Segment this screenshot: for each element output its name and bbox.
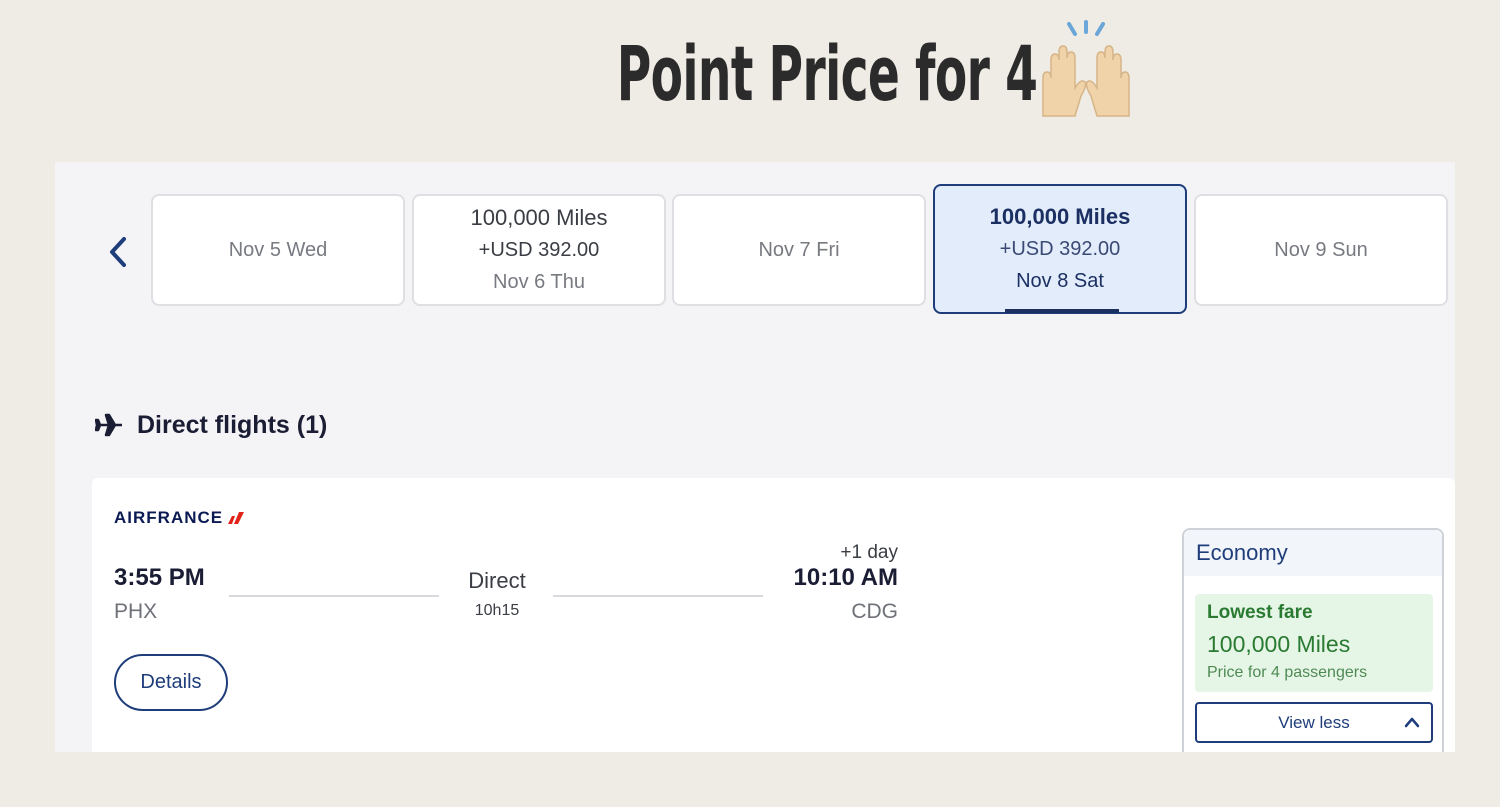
fare-miles: 100,000 Miles xyxy=(1207,631,1351,657)
arrival-day-offset: +1 day xyxy=(840,542,898,563)
flight-result-card: AIRFRANCE 3:55 PM PHX Direct 10h15 +1 da… xyxy=(92,478,1455,752)
date-card-day: Nov 5 Wed xyxy=(228,239,328,261)
airline-logo: AIRFRANCE xyxy=(114,508,245,528)
date-card-day: Nov 9 Sun xyxy=(1274,239,1368,261)
fare-cabin-label: Economy xyxy=(1184,530,1442,576)
date-card-miles: 100,000 Miles xyxy=(470,205,608,230)
details-button[interactable]: Details xyxy=(114,654,228,711)
airfrance-stripe-icon xyxy=(228,512,245,524)
previous-dates-button[interactable] xyxy=(105,234,131,270)
flight-duration: 10h15 xyxy=(474,602,520,619)
lowest-fare-option[interactable]: Lowest fare 100,000 Miles Price for 4 pa… xyxy=(1195,594,1433,692)
chevron-up-icon xyxy=(1404,717,1420,728)
fare-panel-economy: Economy Lowest fare 100,000 Miles Price … xyxy=(1182,528,1444,752)
chevron-left-icon xyxy=(110,237,126,267)
arrival-airport: CDG xyxy=(851,600,898,623)
departure-time: 3:55 PM xyxy=(114,564,205,591)
date-card-nov-7[interactable]: Nov 7 Fri xyxy=(672,194,926,306)
raising-hands-emoji xyxy=(1031,18,1141,128)
date-card-usd: +USD 392.00 xyxy=(999,238,1121,260)
date-card-nov-8-selected[interactable]: 100,000 Miles +USD 392.00 Nov 8 Sat xyxy=(933,184,1187,314)
date-card-nov-5[interactable]: Nov 5 Wed xyxy=(151,194,405,306)
arrival-time: 10:10 AM xyxy=(793,564,898,591)
headline-text: Point Price for 4 xyxy=(616,28,1038,118)
flight-search-screenshot: Nov 5 Wed 100,000 Miles +USD 392.00 Nov … xyxy=(55,162,1455,752)
headline: Point Price for 4 xyxy=(0,18,1500,128)
date-card-day: Nov 7 Fri xyxy=(758,239,840,261)
departure-airport: PHX xyxy=(114,600,158,623)
route-line-right xyxy=(553,595,763,597)
airline-name: AIRFRANCE xyxy=(114,508,224,527)
route-line-left xyxy=(229,595,439,597)
date-card-usd: +USD 392.00 xyxy=(478,239,600,261)
section-title-text: Direct flights (1) xyxy=(137,410,328,439)
direct-flights-heading: Direct flights (1) xyxy=(95,408,327,442)
view-less-label: View less xyxy=(1278,712,1350,732)
date-card-day: Nov 8 Sat xyxy=(1016,270,1104,292)
date-card-day: Nov 6 Thu xyxy=(493,271,585,293)
stops-label: Direct xyxy=(468,568,526,593)
fare-badge: Lowest fare xyxy=(1207,602,1313,623)
selected-date-indicator xyxy=(1005,309,1119,313)
fare-passenger-note: Price for 4 passengers xyxy=(1207,664,1368,681)
date-card-nov-9[interactable]: Nov 9 Sun xyxy=(1194,194,1448,306)
airplane-icon xyxy=(95,413,122,437)
view-less-button[interactable]: View less xyxy=(1195,702,1433,743)
date-card-miles: 100,000 Miles xyxy=(989,204,1131,229)
date-card-nov-6[interactable]: 100,000 Miles +USD 392.00 Nov 6 Thu xyxy=(412,194,666,306)
